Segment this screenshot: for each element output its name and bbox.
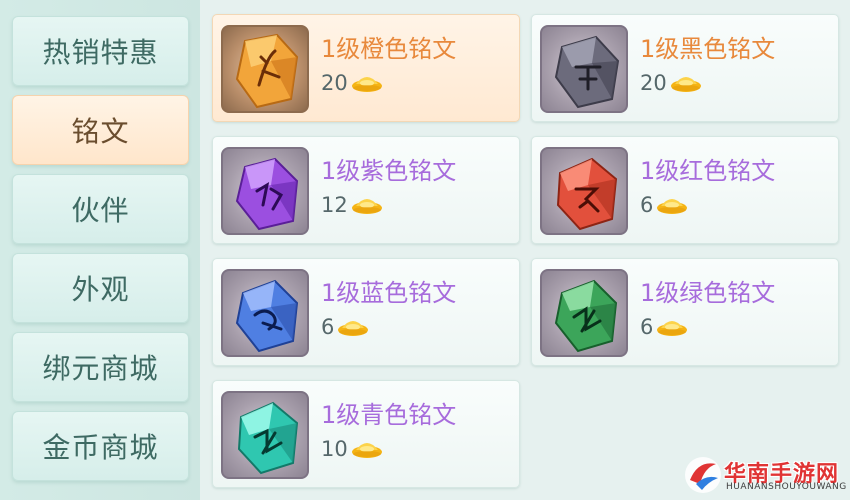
watermark-subtitle: HUANANSHOUYOUWANG [726, 482, 847, 492]
item-price: 20 [640, 71, 703, 95]
price-value: 10 [321, 437, 348, 461]
item-grid: 1级橙色铭文 20 1级黑色铭文 20 1级紫色铭文 12 1级红色铭文 6 1… [200, 0, 850, 500]
gold-ingot-icon [351, 77, 382, 92]
tab-partners[interactable]: 伙伴 [12, 174, 189, 244]
blue-rune-gem-icon [221, 269, 309, 357]
gold-ingot-icon [657, 199, 688, 214]
tab-label: 铭文 [71, 115, 130, 148]
site-watermark: 华南手游网 HUANANSHOUYOUWANG [680, 448, 850, 500]
price-value: 20 [321, 71, 348, 95]
cyan-rune-gem-icon [221, 391, 309, 479]
item-name: 1级紫色铭文 [321, 157, 457, 185]
item-name: 1级红色铭文 [640, 157, 776, 185]
price-value: 6 [640, 193, 654, 217]
item-price: 12 [321, 193, 384, 217]
item-card-orange-inscription[interactable]: 1级橙色铭文 20 [212, 14, 520, 122]
tab-appearance[interactable]: 外观 [12, 253, 189, 323]
gold-ingot-icon [351, 199, 382, 214]
price-value: 6 [640, 315, 654, 339]
item-price: 6 [640, 193, 689, 217]
green-rune-gem-icon [540, 269, 628, 357]
gold-ingot-icon [351, 443, 382, 458]
tab-gold-shop[interactable]: 金币商城 [12, 411, 189, 481]
tab-label: 伙伴 [71, 194, 130, 227]
gold-ingot-icon [338, 321, 369, 336]
item-name: 1级橙色铭文 [321, 35, 457, 63]
tab-label: 绑元商城 [42, 352, 159, 385]
item-price: 6 [321, 315, 370, 339]
item-card-green-inscription[interactable]: 1级绿色铭文 6 [531, 258, 839, 366]
item-name: 1级蓝色铭文 [321, 279, 457, 307]
black-rune-gem-icon [540, 25, 628, 113]
item-card-cyan-inscription[interactable]: 1级青色铭文 10 [212, 380, 520, 488]
item-name: 1级黑色铭文 [640, 35, 776, 63]
tab-inscriptions[interactable]: 铭文 [12, 95, 189, 165]
tab-label: 外观 [71, 273, 130, 306]
red-rune-gem-icon [540, 147, 628, 235]
gold-ingot-icon [670, 77, 701, 92]
tab-label: 金币商城 [42, 431, 159, 464]
item-price: 20 [321, 71, 384, 95]
price-value: 12 [321, 193, 348, 217]
price-value: 20 [640, 71, 667, 95]
item-card-black-inscription[interactable]: 1级黑色铭文 20 [531, 14, 839, 122]
tab-hot-deals[interactable]: 热销特惠 [12, 16, 189, 86]
site-logo-icon [685, 457, 721, 493]
category-sidebar: 热销特惠 铭文 伙伴 外观 绑元商城 金币商城 [0, 0, 200, 500]
item-card-red-inscription[interactable]: 1级红色铭文 6 [531, 136, 839, 244]
tab-bound-shop[interactable]: 绑元商城 [12, 332, 189, 402]
item-name: 1级绿色铭文 [640, 279, 776, 307]
price-value: 6 [321, 315, 335, 339]
item-card-purple-inscription[interactable]: 1级紫色铭文 12 [212, 136, 520, 244]
item-price: 10 [321, 437, 384, 461]
tab-label: 热销特惠 [42, 36, 159, 69]
item-name: 1级青色铭文 [321, 401, 457, 429]
item-card-blue-inscription[interactable]: 1级蓝色铭文 6 [212, 258, 520, 366]
purple-rune-gem-icon [221, 147, 309, 235]
item-price: 6 [640, 315, 689, 339]
orange-rune-gem-icon [221, 25, 309, 113]
gold-ingot-icon [657, 321, 688, 336]
